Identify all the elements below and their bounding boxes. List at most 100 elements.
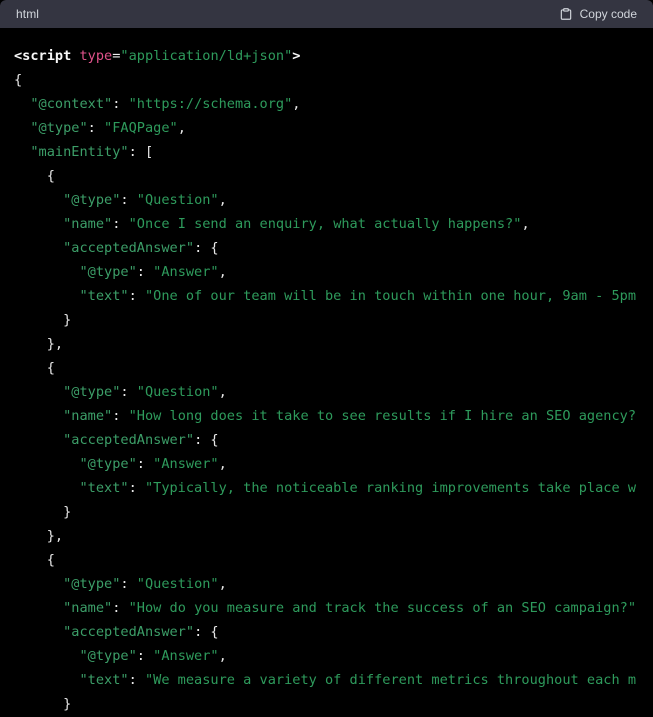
- code-line: }: [14, 500, 653, 524]
- code-token-punc: :: [136, 264, 145, 280]
- code-line: {: [14, 68, 653, 92]
- code-token-punc: ,: [218, 456, 227, 472]
- code-token-punc: : {: [194, 240, 219, 256]
- code-token-key: "@type": [14, 120, 88, 136]
- code-token-str: "Question": [128, 384, 219, 400]
- code-line: {: [14, 548, 653, 572]
- code-line: "@type": "Answer",: [14, 452, 653, 476]
- code-token-punc: }: [14, 504, 72, 520]
- code-token-punc: ,: [218, 192, 227, 208]
- code-line: <script type="application/ld+json">: [14, 44, 653, 68]
- code-line: "mainEntity": [: [14, 140, 653, 164]
- code-token-punc: :: [136, 648, 145, 664]
- code-token-str: "We measure a variety of different metri…: [136, 672, 636, 688]
- code-line: "@context": "https://schema.org",: [14, 92, 653, 116]
- code-token-str: "Question": [128, 576, 219, 592]
- code-token-key: "acceptedAnswer": [14, 624, 195, 640]
- code-token-key: "name": [14, 408, 113, 424]
- code-token-punc: ,: [218, 576, 227, 592]
- code-token-punc: {: [14, 72, 23, 88]
- code-token-str: "Answer": [144, 648, 219, 664]
- code-token-punc: ,: [218, 384, 227, 400]
- code-token-key: "mainEntity": [14, 144, 129, 160]
- code-token-punc: {: [14, 168, 55, 184]
- code-token-punc: :: [136, 456, 145, 472]
- code-line: "@type": "Question",: [14, 572, 653, 596]
- code-token-key: "name": [14, 216, 113, 232]
- code-token-str: "Once I send an enquiry, what actually h…: [120, 216, 522, 232]
- code-token-punc: : [: [128, 144, 154, 160]
- code-token-str: "Answer": [144, 264, 219, 280]
- code-token-punc: }: [14, 696, 72, 712]
- code-token-punc: :: [120, 384, 129, 400]
- code-token-key: "@type": [14, 576, 121, 592]
- code-token-key: "@type": [14, 456, 137, 472]
- code-line: {: [14, 356, 653, 380]
- code-token-str: "One of our team will be in touch within…: [136, 288, 636, 304]
- code-token-punc: {: [14, 360, 55, 376]
- code-token-key: "text": [14, 480, 129, 496]
- code-block: html Copy code <script type="application…: [0, 0, 653, 717]
- code-line: }: [14, 308, 653, 332]
- code-token-key: "text": [14, 288, 129, 304]
- code-line: "@type": "FAQPage",: [14, 116, 653, 140]
- code-line: "@type": "Question",: [14, 188, 653, 212]
- code-scroll-area[interactable]: <script type="application/ld+json"> { "@c…: [0, 28, 653, 717]
- code-token-punc: :: [87, 120, 96, 136]
- code-token-str: "FAQPage": [95, 120, 178, 136]
- code-token-punc: : {: [194, 432, 219, 448]
- code-token-key: "acceptedAnswer": [14, 240, 195, 256]
- code-token-key: "acceptedAnswer": [14, 432, 195, 448]
- code-token-punc: :: [120, 576, 129, 592]
- code-line: "name": "How long does it take to see re…: [14, 404, 653, 428]
- code-line: "@type": "Question",: [14, 380, 653, 404]
- code-line: "acceptedAnswer": {: [14, 428, 653, 452]
- code-token-punc: {: [14, 552, 55, 568]
- code-token-key: "@context": [14, 96, 113, 112]
- code-token-punc: ,: [177, 120, 186, 136]
- code-token-str: "Typically, the noticeable ranking impro…: [136, 480, 636, 496]
- code-line: "acceptedAnswer": {: [14, 236, 653, 260]
- code-token-attr: type: [79, 48, 113, 64]
- code-token-key: "@type": [14, 648, 137, 664]
- code-token-str: "Answer": [144, 456, 219, 472]
- code-line: "@type": "Answer",: [14, 644, 653, 668]
- code-line: "text": "Typically, the noticeable ranki…: [14, 476, 653, 500]
- code-content: <script type="application/ld+json"> { "@c…: [0, 44, 653, 716]
- code-token-tag: <script: [14, 48, 72, 64]
- code-line: "acceptedAnswer": {: [14, 620, 653, 644]
- code-token-str: "https://schema.org": [120, 96, 293, 112]
- code-token-punc: :: [128, 480, 137, 496]
- code-block-header: html Copy code: [0, 0, 653, 28]
- code-token-str: "How do you measure and track the succes…: [120, 600, 637, 616]
- code-token-punc: },: [14, 528, 64, 544]
- code-token-key: "@type": [14, 384, 121, 400]
- code-token-tag: >: [292, 48, 301, 64]
- code-token-key: "text": [14, 672, 129, 688]
- copy-code-label: Copy code: [579, 7, 637, 21]
- code-line: "@type": "Answer",: [14, 260, 653, 284]
- code-token-str: "Question": [128, 192, 219, 208]
- code-line: "text": "We measure a variety of differe…: [14, 668, 653, 692]
- code-token-punc: : {: [194, 624, 219, 640]
- code-line: {: [14, 164, 653, 188]
- code-token-punc: ,: [521, 216, 530, 232]
- code-line: },: [14, 332, 653, 356]
- code-token-key: "@type": [14, 192, 121, 208]
- code-token-punc: :: [120, 192, 129, 208]
- clipboard-icon: [559, 7, 573, 21]
- code-token-punc: ,: [292, 96, 301, 112]
- code-token-punc: :: [128, 672, 137, 688]
- code-line: },: [14, 524, 653, 548]
- code-token-str: "How long does it take to see results if…: [120, 408, 637, 424]
- code-language-label: html: [16, 7, 40, 21]
- code-token-punc: }: [14, 312, 72, 328]
- code-line: "name": "Once I send an enquiry, what ac…: [14, 212, 653, 236]
- code-token-key: "name": [14, 600, 113, 616]
- copy-code-button[interactable]: Copy code: [559, 7, 637, 21]
- code-line: }: [14, 692, 653, 716]
- code-line: "name": "How do you measure and track th…: [14, 596, 653, 620]
- code-token-punc: ,: [218, 648, 227, 664]
- code-token-key: "@type": [14, 264, 137, 280]
- code-token-punc: ,: [218, 264, 227, 280]
